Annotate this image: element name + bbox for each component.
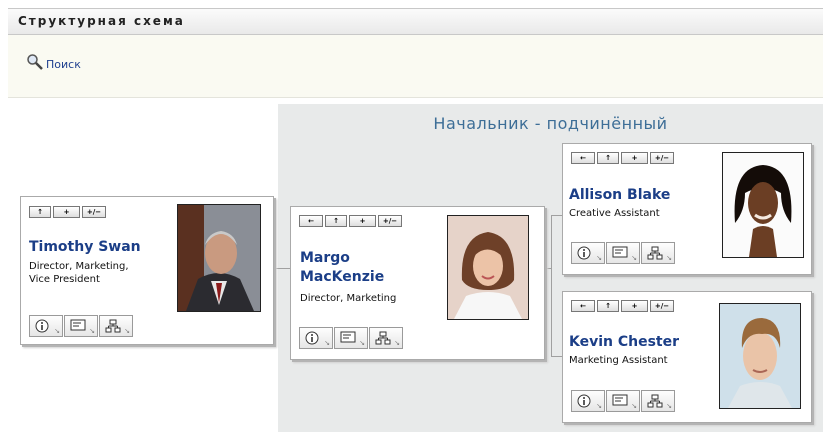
org-chart-button[interactable]: ↘ bbox=[369, 327, 403, 349]
manager-arrow-icon: ← bbox=[580, 302, 586, 310]
info-icon bbox=[577, 246, 591, 260]
expand-org-icon: + bbox=[631, 302, 638, 310]
person-name[interactable]: Kevin Chester bbox=[569, 333, 679, 352]
up-arrow-icon: ↑ bbox=[333, 217, 339, 225]
toggle-icon: +/− bbox=[86, 208, 102, 216]
person-title: Marketing Assistant bbox=[569, 355, 668, 366]
connector-vertical bbox=[551, 215, 552, 356]
org-chart-icon bbox=[105, 319, 121, 333]
person-title: Creative Assistant bbox=[569, 208, 660, 219]
person-photo bbox=[722, 152, 804, 258]
magnifier-icon bbox=[27, 54, 43, 70]
email-icon bbox=[70, 319, 86, 331]
go-up-button[interactable]: ↑ bbox=[325, 215, 347, 227]
page-title: Структурная схема bbox=[18, 14, 185, 28]
toggle-icon: +/− bbox=[654, 302, 670, 310]
org-chart-button[interactable]: ↘ bbox=[641, 390, 675, 412]
info-icon bbox=[35, 319, 49, 333]
expand-org-icon: + bbox=[63, 208, 70, 216]
person-title: Director, Marketing, Vice President bbox=[29, 261, 129, 285]
org-chart-button[interactable]: ↘ bbox=[641, 242, 675, 264]
go-to-manager-button[interactable]: ← bbox=[299, 215, 323, 227]
org-chart-button[interactable]: ↘ bbox=[99, 315, 133, 337]
email-button[interactable]: ↘ bbox=[606, 242, 640, 264]
org-chart-icon bbox=[647, 246, 663, 260]
org-chart-icon bbox=[375, 331, 391, 345]
email-button[interactable]: ↘ bbox=[606, 390, 640, 412]
up-arrow-icon: ↑ bbox=[605, 154, 611, 162]
connector-report-2 bbox=[551, 356, 562, 357]
toggle-icon: +/− bbox=[382, 217, 398, 225]
toggle-button[interactable]: +/− bbox=[650, 300, 674, 312]
person-name-line2: MacKenzie bbox=[300, 269, 385, 285]
manager-arrow-icon: ← bbox=[580, 154, 586, 162]
go-up-button[interactable]: ↑ bbox=[597, 152, 619, 164]
info-icon bbox=[577, 394, 591, 408]
go-to-manager-button[interactable]: ← bbox=[571, 300, 595, 312]
email-icon bbox=[612, 246, 628, 258]
expand-button[interactable]: + bbox=[621, 300, 648, 312]
up-arrow-icon: ↑ bbox=[37, 208, 43, 216]
person-name-line1: Margo bbox=[300, 250, 350, 266]
go-to-manager-button[interactable]: ← bbox=[571, 152, 595, 164]
connector-root-manager bbox=[276, 268, 290, 269]
email-button[interactable]: ↘ bbox=[334, 327, 368, 349]
page-header: Структурная схема bbox=[8, 8, 823, 35]
expand-button[interactable]: + bbox=[621, 152, 648, 164]
toggle-icon: +/− bbox=[654, 154, 670, 162]
info-icon bbox=[305, 331, 319, 345]
email-icon bbox=[612, 394, 628, 406]
toolbar: Поиск bbox=[8, 35, 823, 98]
manager-arrow-icon: ← bbox=[308, 217, 314, 225]
relationship-title: Начальник - подчинённый bbox=[433, 114, 668, 133]
up-arrow-icon: ↑ bbox=[605, 302, 611, 310]
person-name[interactable]: Timothy Swan bbox=[29, 238, 141, 257]
info-button[interactable]: ↘ bbox=[29, 315, 63, 337]
go-up-button[interactable]: ↑ bbox=[597, 300, 619, 312]
person-card-report: ← ↑ + +/− Kevin Chester Marketing Assist… bbox=[562, 291, 812, 423]
info-button[interactable]: ↘ bbox=[571, 242, 605, 264]
search-link[interactable]: Поиск bbox=[26, 53, 81, 71]
expand-button[interactable]: + bbox=[53, 206, 80, 218]
email-icon bbox=[340, 331, 356, 343]
expand-org-icon: + bbox=[359, 217, 366, 225]
toggle-button[interactable]: +/− bbox=[378, 215, 402, 227]
person-photo bbox=[719, 303, 801, 409]
person-photo bbox=[177, 204, 261, 312]
person-card-report: ← ↑ + +/− Allison Blake Creative Assista… bbox=[562, 143, 812, 275]
info-button[interactable]: ↘ bbox=[299, 327, 333, 349]
toggle-button[interactable]: +/− bbox=[650, 152, 674, 164]
email-button[interactable]: ↘ bbox=[64, 315, 98, 337]
person-card-manager: ← ↑ + +/− Margo MacKenzie Director, Mark… bbox=[290, 206, 545, 360]
person-name[interactable]: Allison Blake bbox=[569, 186, 670, 205]
connector-report-1 bbox=[551, 215, 562, 216]
expand-org-icon: + bbox=[631, 154, 638, 162]
org-chart-icon bbox=[647, 394, 663, 408]
go-up-button[interactable]: ↑ bbox=[29, 206, 51, 218]
info-button[interactable]: ↘ bbox=[571, 390, 605, 412]
expand-button[interactable]: + bbox=[349, 215, 376, 227]
person-name[interactable]: Margo MacKenzie bbox=[300, 249, 384, 287]
person-photo bbox=[447, 215, 529, 320]
person-card-root: ↑ + +/− Timothy Swan Director, Marketing… bbox=[20, 196, 274, 345]
toggle-button[interactable]: +/− bbox=[82, 206, 106, 218]
person-title: Director, Marketing bbox=[300, 293, 397, 304]
search-label: Поиск bbox=[46, 58, 81, 71]
